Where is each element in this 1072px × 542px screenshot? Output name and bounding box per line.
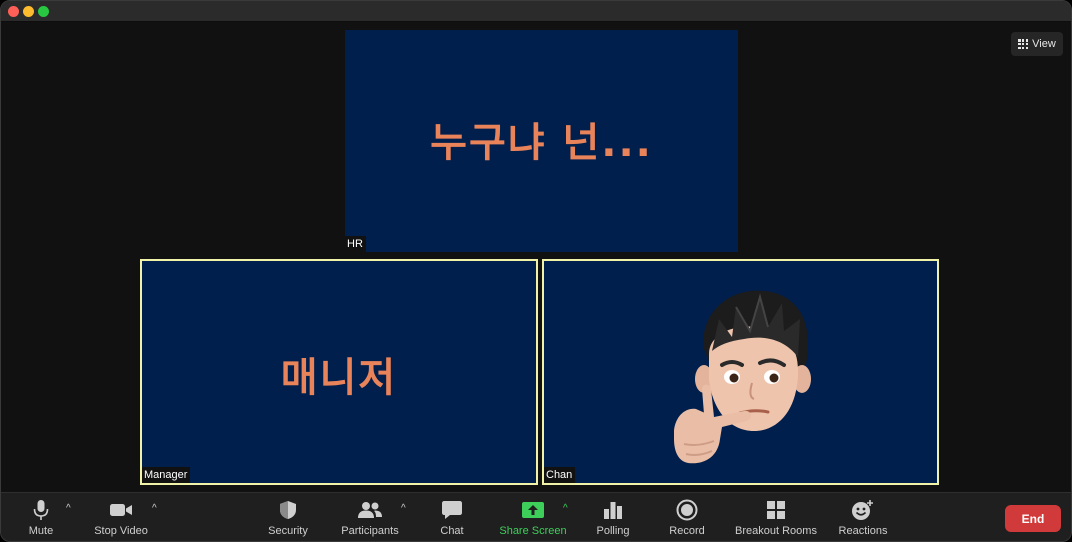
video-camera-icon: [109, 499, 133, 521]
security-label: Security: [268, 525, 308, 537]
polling-button[interactable]: Polling: [593, 493, 633, 541]
video-tile-chan[interactable]: Chan: [542, 259, 939, 485]
minimize-window-button[interactable]: [23, 6, 34, 17]
video-options-caret-icon[interactable]: ^: [152, 503, 157, 514]
video-tile-manager[interactable]: 매니저 Manager: [140, 259, 538, 485]
end-meeting-button[interactable]: End: [1005, 505, 1061, 532]
polling-label: Polling: [596, 525, 630, 537]
participants-label: Participants: [341, 525, 399, 537]
record-label: Record: [669, 525, 705, 537]
participants-icon: [357, 499, 383, 521]
chat-bubble-icon: [441, 499, 463, 521]
participants-button[interactable]: Participants: [339, 493, 401, 541]
video-tile-hr[interactable]: 누구냐 넌... HR: [345, 30, 738, 252]
participant-name-chan: Chan: [544, 467, 576, 483]
smiley-plus-icon: [851, 499, 875, 521]
slide-text-manager: 매니저: [280, 355, 398, 401]
share-screen-button[interactable]: Share Screen: [499, 493, 567, 541]
chat-label: Chat: [440, 525, 464, 537]
chat-button[interactable]: Chat: [435, 493, 469, 541]
participant-name-manager: Manager: [142, 467, 191, 483]
participants-options-caret-icon[interactable]: ^: [401, 503, 406, 514]
zoom-meeting-window: View 누구냐 넌... HR 매니저 Manager Chan Mute ^…: [0, 0, 1072, 542]
reactions-label: Reactions: [838, 525, 888, 537]
breakout-rooms-button[interactable]: Breakout Rooms: [734, 493, 818, 541]
record-button[interactable]: Record: [667, 493, 707, 541]
meeting-toolbar: Mute ^ Stop Video ^ Security Participant…: [1, 492, 1071, 541]
participant-name-hr: HR: [345, 236, 366, 252]
shield-icon: [279, 499, 297, 521]
video-stage: View 누구냐 넌... HR 매니저 Manager Chan: [1, 22, 1071, 492]
microphone-icon: [33, 499, 49, 521]
security-button[interactable]: Security: [265, 493, 311, 541]
share-options-caret-icon[interactable]: ^: [563, 503, 568, 514]
audio-options-caret-icon[interactable]: ^: [66, 503, 71, 514]
close-window-button[interactable]: [8, 6, 19, 17]
view-button-label: View: [1032, 38, 1056, 50]
bar-chart-icon: [603, 499, 623, 521]
breakout-grid-icon: [766, 499, 786, 521]
share-screen-label: Share Screen: [499, 525, 567, 537]
slide-text-hr: 누구냐 넌...: [430, 120, 653, 166]
record-icon: [676, 499, 698, 521]
maximize-window-button[interactable]: [38, 6, 49, 17]
grid-view-icon: [1018, 39, 1029, 49]
stop-video-button[interactable]: Stop Video: [91, 493, 151, 541]
stop-video-label: Stop Video: [94, 525, 148, 537]
title-bar: [1, 1, 1071, 22]
breakout-rooms-label: Breakout Rooms: [735, 525, 817, 537]
memoji-avatar-icon: [674, 290, 811, 464]
mute-label: Mute: [28, 525, 54, 537]
mute-button[interactable]: Mute: [21, 493, 61, 541]
reactions-button[interactable]: Reactions: [837, 493, 889, 541]
share-arrow-icon: [521, 499, 545, 521]
view-button[interactable]: View: [1011, 32, 1063, 56]
